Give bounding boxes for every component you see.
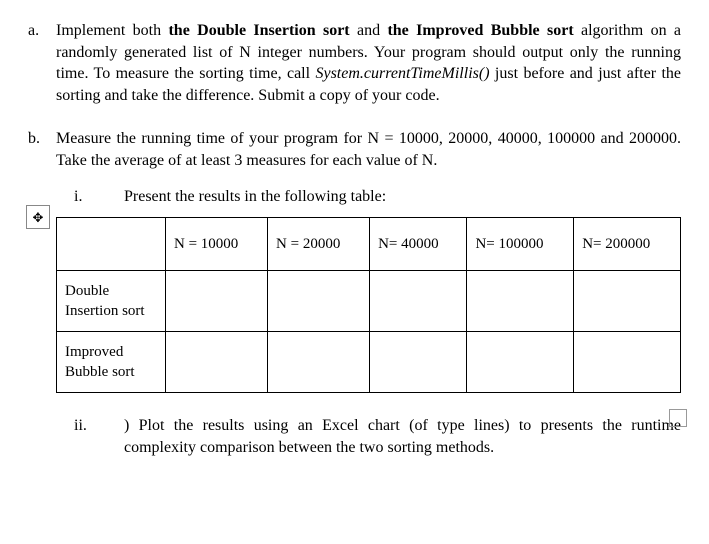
row-label: Double Insertion sort	[57, 271, 166, 332]
cell	[467, 271, 574, 332]
item-a-body: Implement both the Double Insertion sort…	[56, 20, 681, 106]
item-a: a. Implement both the Double Insertion s…	[28, 20, 681, 106]
row-label: Improved Bubble sort	[57, 332, 166, 393]
subitem-ii-label: ii.	[56, 415, 124, 458]
header-cell	[57, 218, 166, 271]
text: and	[350, 22, 388, 39]
item-b-body: Measure the running time of your program…	[56, 128, 681, 468]
table-header-row: N = 10000 N = 20000 N= 40000 N= 100000 N…	[57, 218, 681, 271]
cell	[370, 271, 467, 332]
cell	[166, 332, 268, 393]
subitem-i: i. Present the results in the following …	[56, 186, 681, 208]
cell	[268, 332, 370, 393]
bold-text: the Double Insertion sort	[168, 22, 349, 39]
text: Measure the running time of your program…	[56, 130, 681, 169]
code-text: System.currentTimeMillis()	[315, 65, 489, 82]
subitem-ii: ii. ) Plot the results using an Excel ch…	[56, 415, 681, 458]
subitem-i-text: Present the results in the following tab…	[124, 186, 681, 208]
header-cell: N = 20000	[268, 218, 370, 271]
cell	[166, 271, 268, 332]
move-icon[interactable]: ✥	[26, 205, 50, 229]
table-row: Double Insertion sort	[57, 271, 681, 332]
cell	[574, 271, 681, 332]
subitem-i-label: i.	[56, 186, 124, 208]
table-row: Improved Bubble sort	[57, 332, 681, 393]
item-b-label: b.	[28, 128, 56, 468]
item-b: b. Measure the running time of your prog…	[28, 128, 681, 468]
cell	[268, 271, 370, 332]
cell	[467, 332, 574, 393]
results-table: N = 10000 N = 20000 N= 40000 N= 100000 N…	[56, 217, 681, 393]
header-cell: N= 100000	[467, 218, 574, 271]
header-cell: N= 200000	[574, 218, 681, 271]
table-container: ✥ N = 10000 N = 20000 N= 40000 N= 100000…	[56, 217, 681, 393]
subitem-ii-text: ) Plot the results using an Excel chart …	[124, 415, 681, 458]
cell	[574, 332, 681, 393]
header-cell: N= 40000	[370, 218, 467, 271]
text: Implement both	[56, 22, 168, 39]
cell	[370, 332, 467, 393]
item-a-label: a.	[28, 20, 56, 106]
subitem-ii-wrap: ii. ) Plot the results using an Excel ch…	[56, 415, 681, 458]
bold-text: the Improved Bubble sort	[387, 22, 573, 39]
header-cell: N = 10000	[166, 218, 268, 271]
marker-box	[669, 409, 687, 427]
